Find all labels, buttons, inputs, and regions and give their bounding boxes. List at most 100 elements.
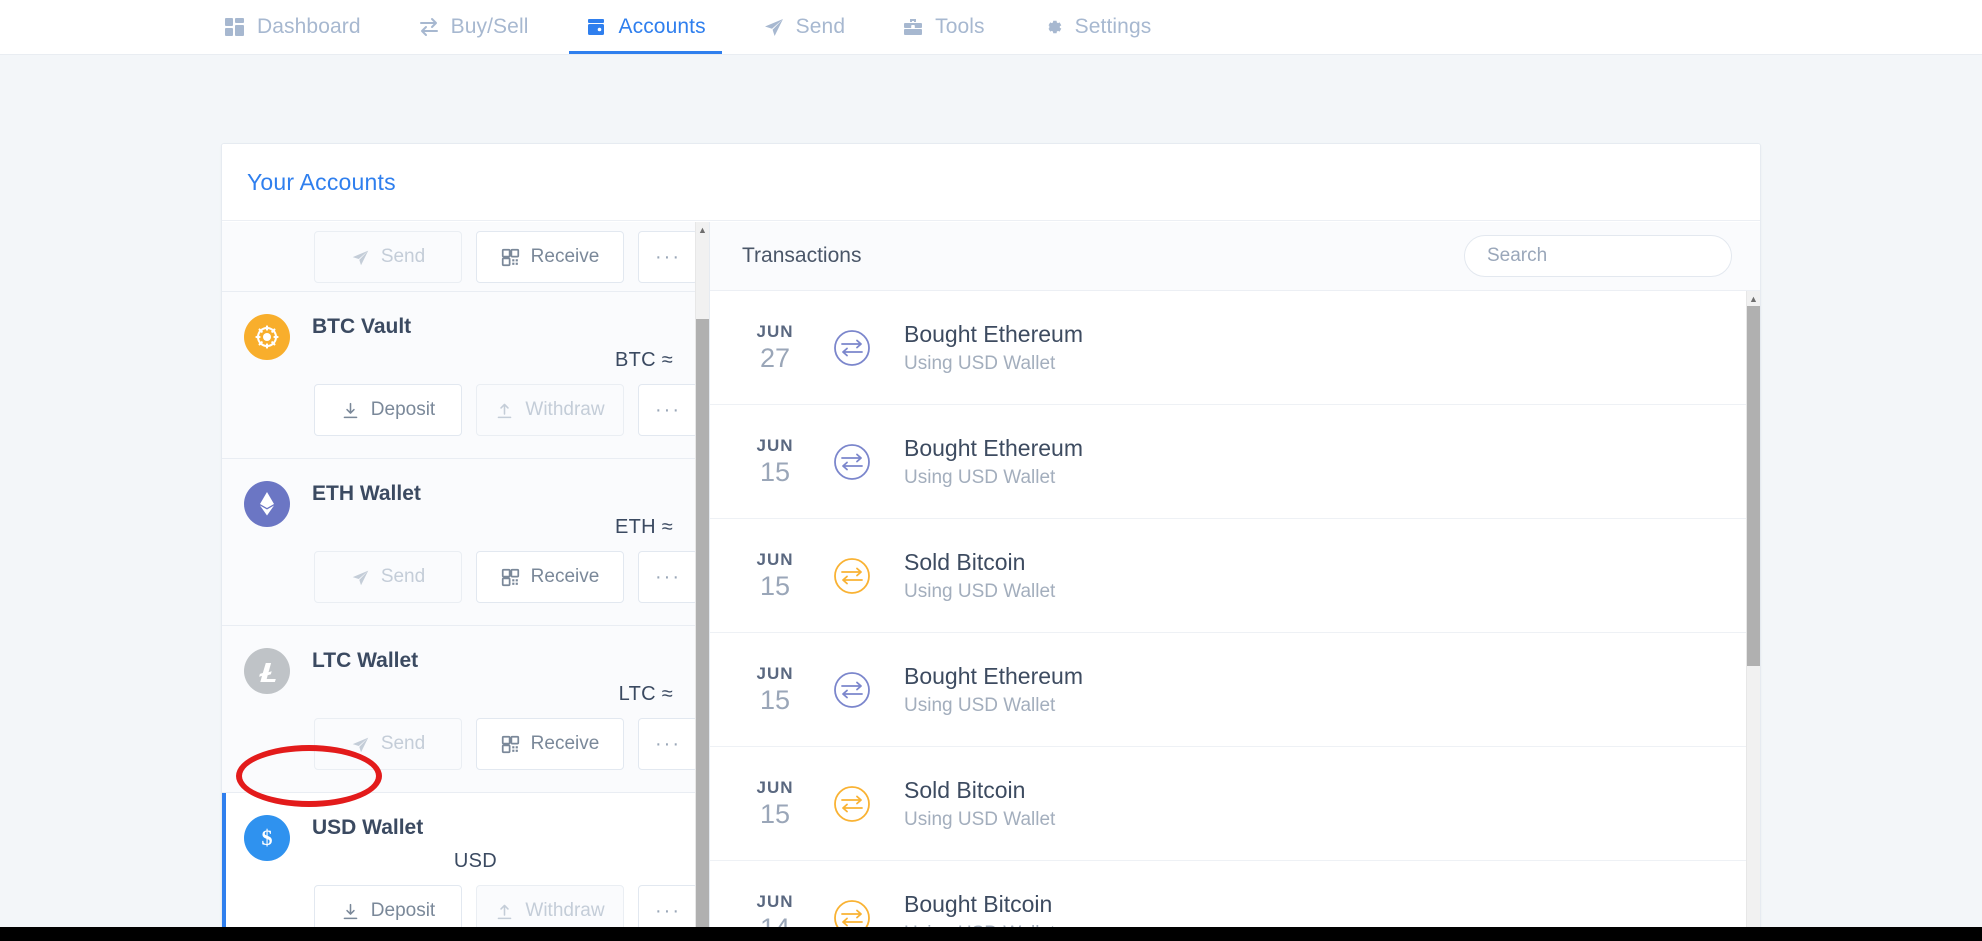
- scroll-up-arrow-icon[interactable]: ▲: [1747, 291, 1760, 306]
- transaction-row[interactable]: JUN 15 Sold Bitcoin Using USD Wallet: [710, 747, 1746, 861]
- account-row-usd-wallet[interactable]: $ USD Wallet USD Deposit Withdraw ···: [222, 793, 698, 940]
- transaction-row[interactable]: JUN 15 Sold Bitcoin Using USD Wallet: [710, 519, 1746, 633]
- receive-button[interactable]: Receive: [476, 231, 624, 283]
- send-button[interactable]: Send: [314, 718, 462, 770]
- send-button[interactable]: Send: [314, 551, 462, 603]
- more-dots-icon: ···: [655, 732, 681, 755]
- transaction-title: Bought Bitcoin: [904, 890, 1053, 917]
- accounts-scroll-content: Send Receive ··· BTC Vault BTC ≈ Deposit…: [222, 222, 698, 940]
- download-arrow-icon: [343, 903, 358, 919]
- transaction-month: JUN: [756, 664, 794, 683]
- download-arrow-icon: [343, 402, 358, 418]
- transaction-date: JUN 15: [744, 663, 806, 716]
- gear-icon: [1042, 16, 1064, 38]
- transaction-row[interactable]: JUN 15 Bought Ethereum Using USD Wallet: [710, 405, 1746, 519]
- search-input[interactable]: [1464, 235, 1732, 277]
- transaction-row[interactable]: JUN 15 Bought Ethereum Using USD Wallet: [710, 633, 1746, 747]
- paper-plane-icon: [352, 250, 369, 265]
- transactions-scrollbar[interactable]: ▲: [1746, 291, 1760, 940]
- nav-item-label: Accounts: [618, 14, 706, 38]
- transaction-title: Bought Ethereum: [904, 434, 1084, 461]
- transaction-text: Bought Ethereum Using USD Wallet: [904, 662, 1083, 718]
- button-label: Send: [380, 733, 426, 754]
- nav-item-label: Tools: [935, 14, 985, 38]
- transactions-header: Transactions: [710, 222, 1760, 291]
- transaction-day: 15: [759, 799, 791, 829]
- svg-text:$: $: [262, 825, 273, 850]
- transaction-title: Sold Bitcoin: [904, 776, 1026, 803]
- more-options-button[interactable]: ···: [638, 231, 698, 283]
- transaction-day: 15: [759, 685, 791, 715]
- transaction-row[interactable]: JUN 27 Bought Ethereum Using USD Wallet: [710, 291, 1746, 405]
- more-options-button[interactable]: ···: [638, 718, 698, 770]
- bottom-bar: [0, 927, 1982, 941]
- transaction-month: JUN: [756, 550, 794, 569]
- transaction-title: Bought Ethereum: [904, 320, 1084, 347]
- button-label: Receive: [530, 566, 600, 587]
- accounts-card: Your Accounts Send Receive ··· BTC Vault…: [221, 143, 1761, 941]
- account-name: ETH Wallet: [312, 482, 421, 505]
- usd-dollar-icon: $: [244, 815, 290, 861]
- more-options-button[interactable]: ···: [638, 551, 698, 603]
- nav-item-label: Settings: [1074, 14, 1152, 38]
- accounts-pane: Send Receive ··· BTC Vault BTC ≈ Deposit…: [222, 222, 710, 940]
- page-title: Your Accounts: [247, 168, 396, 195]
- nav-item-tools[interactable]: Tools: [886, 0, 1001, 54]
- transaction-subtitle: Using USD Wallet: [904, 466, 1056, 488]
- nav-item-buy-sell[interactable]: Buy/Sell: [402, 0, 545, 54]
- exchange-circle-icon: [826, 664, 878, 716]
- button-label: Receive: [530, 733, 600, 754]
- withdraw-button[interactable]: Withdraw: [476, 384, 624, 436]
- button-label: Deposit: [370, 399, 436, 420]
- account-row-eth-wallet[interactable]: ETH Wallet ETH ≈ Send Receive ···: [222, 459, 698, 626]
- nav-item-send[interactable]: Send: [747, 0, 861, 54]
- nav-item-dashboard[interactable]: Dashboard: [208, 0, 377, 54]
- upload-arrow-icon: [498, 904, 512, 919]
- transaction-day: 27: [759, 343, 791, 373]
- card-body: Send Receive ··· BTC Vault BTC ≈ Deposit…: [222, 222, 1760, 940]
- account-name: USD Wallet: [312, 816, 424, 839]
- button-label: Send: [380, 246, 426, 267]
- transaction-date: JUN 15: [744, 435, 806, 488]
- paper-plane-icon: [352, 737, 369, 752]
- left-gutter: [0, 55, 221, 941]
- nav-item-settings[interactable]: Settings: [1026, 0, 1168, 54]
- transactions-pane: Transactions JUN 27: [710, 222, 1760, 940]
- paper-plane-icon: [763, 16, 785, 38]
- accounts-scrollbar-thumb[interactable]: [696, 319, 709, 940]
- account-name: LTC Wallet: [312, 649, 419, 672]
- transaction-month: JUN: [756, 436, 794, 455]
- accounts-scrollbar[interactable]: ▲: [695, 222, 709, 940]
- account-meta: ETH Wallet ETH ≈: [312, 481, 673, 539]
- receive-button[interactable]: Receive: [476, 718, 624, 770]
- account-meta: LTC Wallet LTC ≈: [312, 648, 673, 706]
- receive-button[interactable]: Receive: [476, 551, 624, 603]
- transactions-list: JUN 27 Bought Ethereum Using USD Wallet: [710, 291, 1746, 940]
- scroll-up-arrow-icon[interactable]: ▲: [696, 222, 709, 237]
- qr-code-icon: [501, 248, 519, 266]
- account-actions: Deposit Withdraw ···: [244, 384, 698, 458]
- transaction-month: JUN: [756, 892, 794, 911]
- nav-item-accounts[interactable]: Accounts: [569, 0, 722, 54]
- account-row-btc-vault[interactable]: BTC Vault BTC ≈ Deposit Withdraw ···: [222, 292, 698, 459]
- transaction-date: JUN 15: [744, 777, 806, 830]
- account-balance: ETH ≈: [614, 516, 673, 538]
- more-dots-icon: ···: [655, 398, 681, 421]
- transactions-title: Transactions: [742, 244, 862, 267]
- deposit-button[interactable]: Deposit: [314, 384, 462, 436]
- more-options-button[interactable]: ···: [638, 384, 698, 436]
- button-label: Send: [380, 566, 426, 587]
- transactions-scrollbar-thumb[interactable]: [1747, 306, 1760, 666]
- transaction-subtitle: Using USD Wallet: [904, 580, 1056, 602]
- account-summary: ETH Wallet ETH ≈: [244, 459, 673, 551]
- send-button[interactable]: Send: [314, 231, 462, 283]
- transaction-date: JUN 27: [744, 321, 806, 374]
- account-balance: USD: [453, 850, 498, 872]
- transaction-text: Bought Ethereum Using USD Wallet: [904, 434, 1083, 490]
- qr-code-icon: [501, 735, 519, 753]
- account-row-ltc-wallet[interactable]: LTC Wallet LTC ≈ Send Receive ···: [222, 626, 698, 793]
- wallet-icon: [585, 16, 607, 38]
- nav-item-label: Send: [795, 14, 846, 38]
- button-label: Receive: [530, 246, 600, 267]
- top-navigation-bar: Dashboard Buy/Sell Accounts Send Tools S…: [0, 0, 1982, 55]
